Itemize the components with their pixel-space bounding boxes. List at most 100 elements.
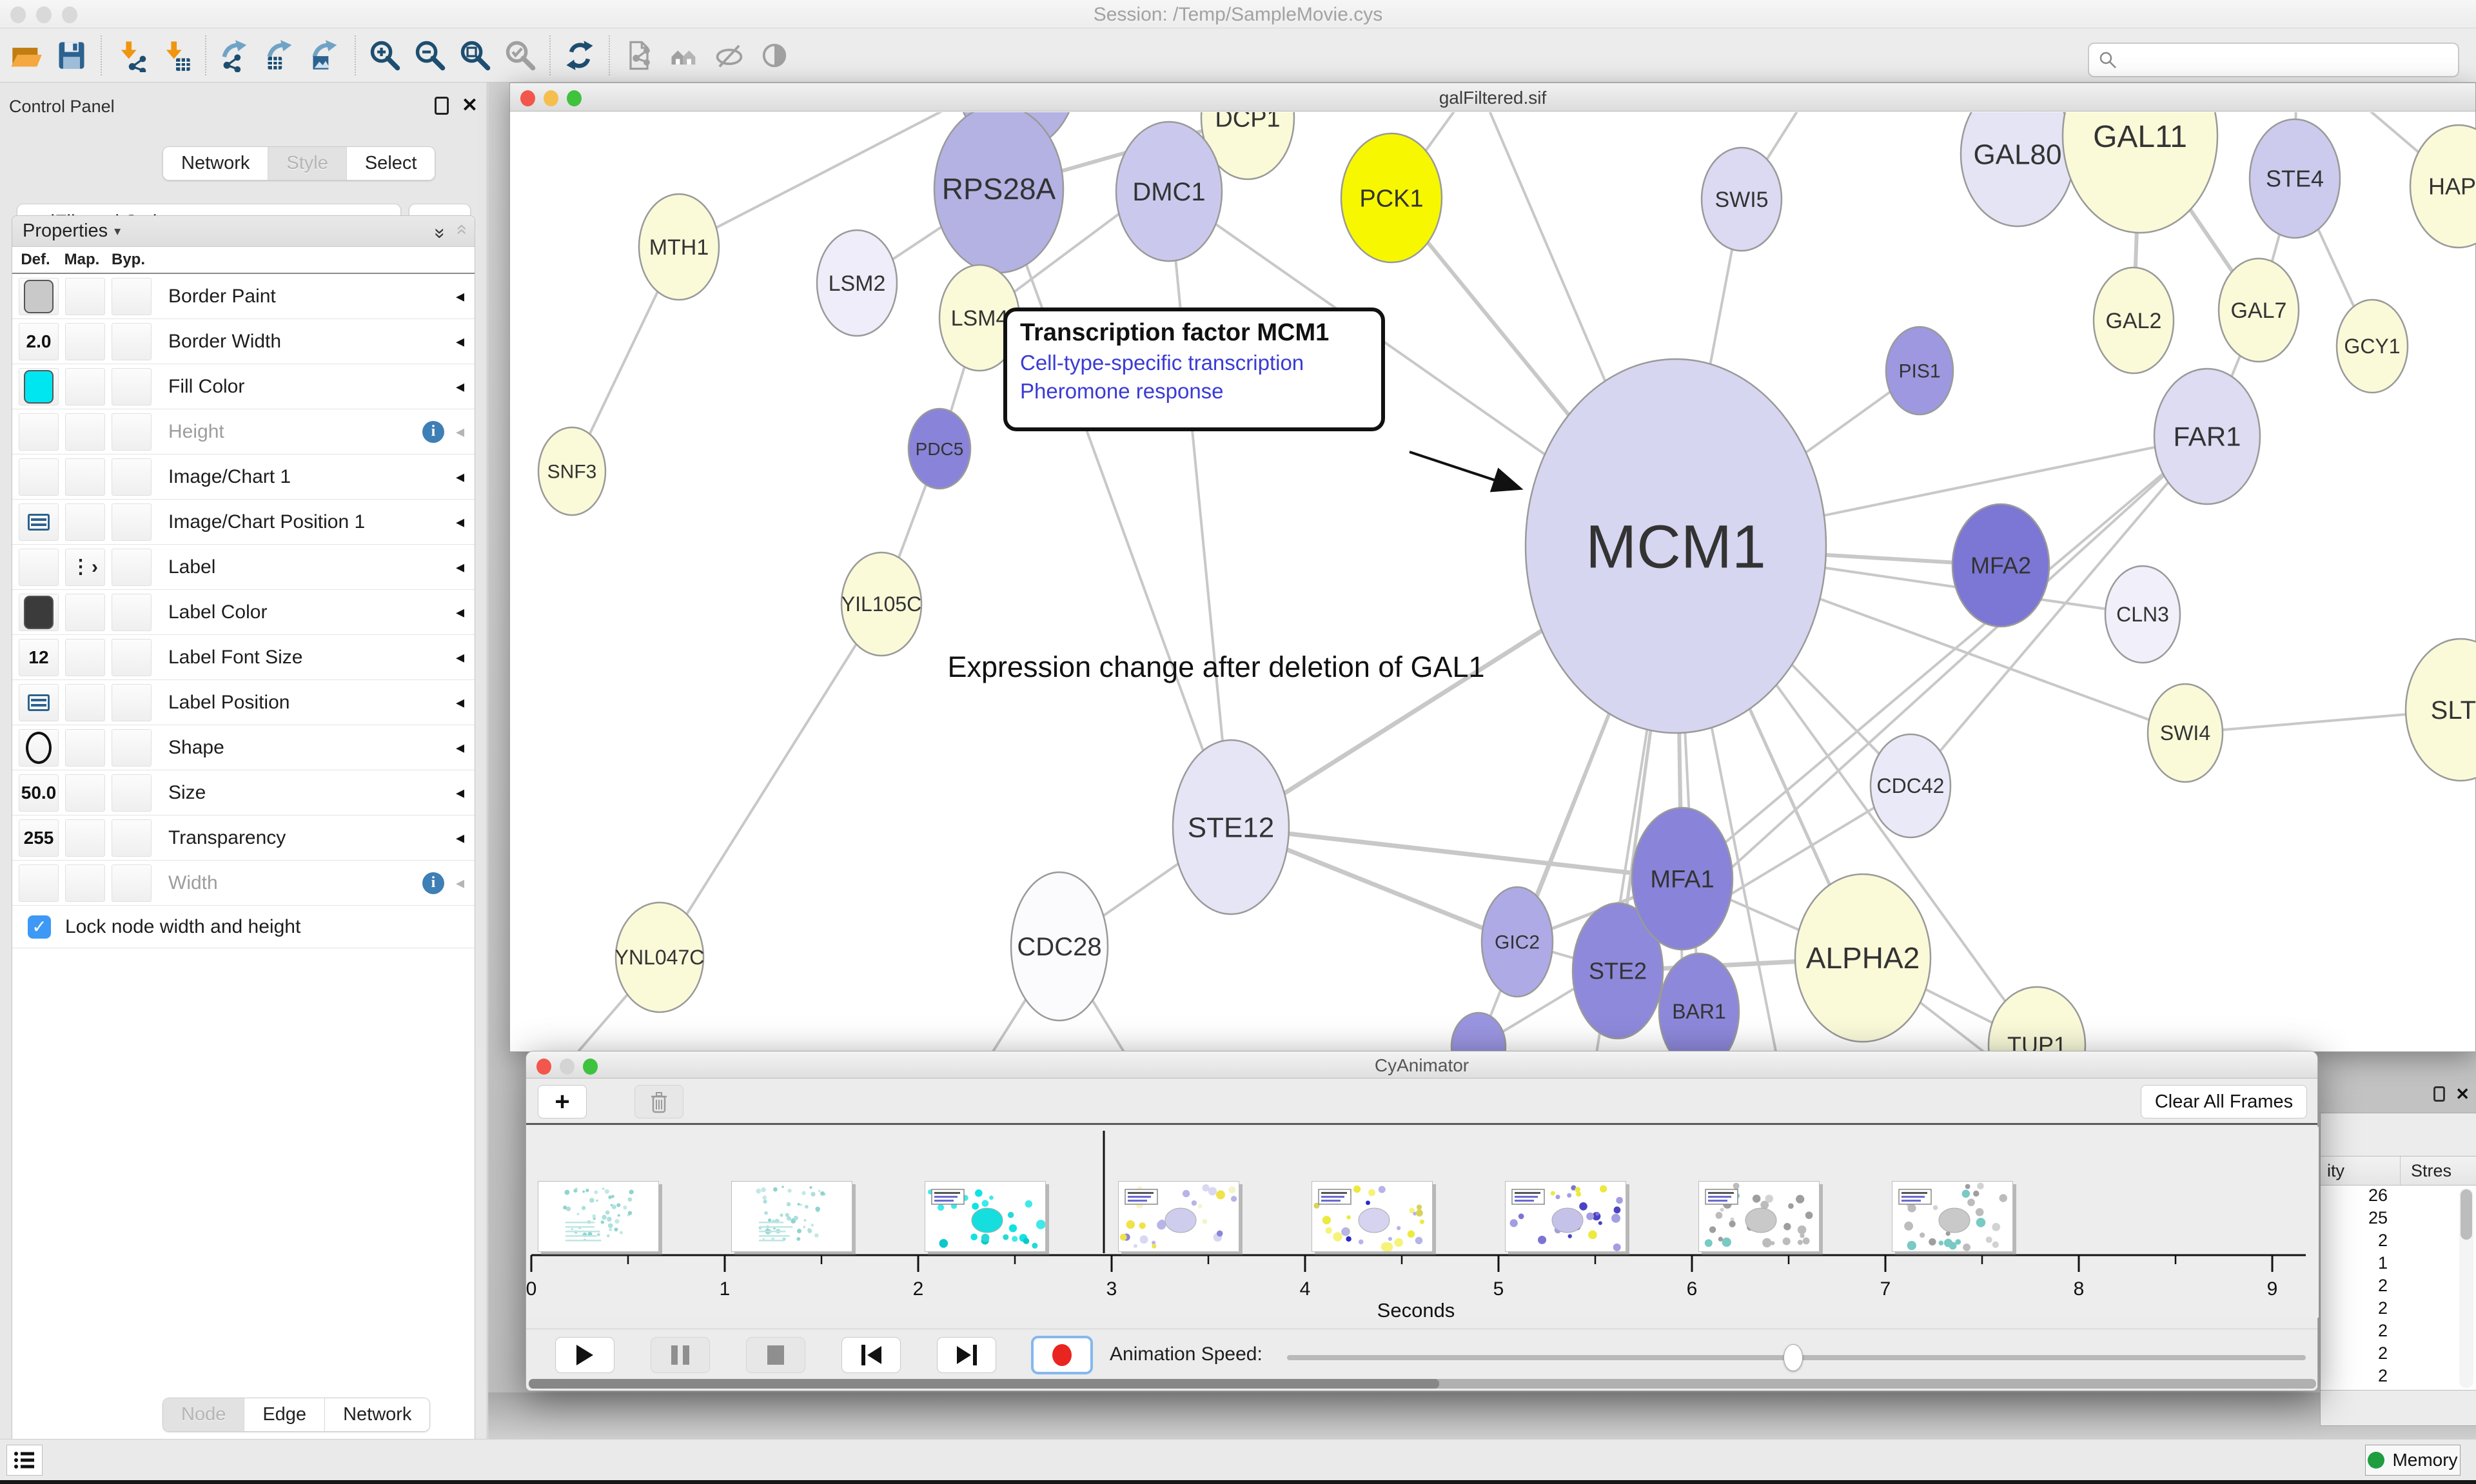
close-panel-icon[interactable]: ✕ <box>462 97 478 115</box>
frame-thumbnail-1[interactable] <box>538 1181 659 1252</box>
network-node-GCY1[interactable]: GCY1 <box>2337 300 2408 393</box>
property-row-height[interactable]: Heighti◂ <box>12 409 475 454</box>
skip-to-end-button[interactable] <box>937 1337 996 1373</box>
expand-row-arrow-icon[interactable]: ◂ <box>456 376 464 396</box>
info-icon[interactable]: i <box>422 421 444 443</box>
network-node-FAR1[interactable]: FAR1 <box>2154 369 2260 504</box>
panel-menu-button[interactable] <box>6 1445 43 1476</box>
mapping-cell[interactable] <box>65 729 105 766</box>
table-row[interactable]: 2 <box>2321 1366 2476 1389</box>
mapping-cell[interactable] <box>65 684 105 721</box>
scrollbar-thumb[interactable] <box>529 1379 1439 1389</box>
table-row[interactable]: 2 <box>2321 1321 2476 1343</box>
network-node-PCK1[interactable]: PCK1 <box>1341 133 1442 262</box>
bypass-cell[interactable] <box>112 368 152 405</box>
network-window-titlebar[interactable]: galFiltered.sif <box>510 83 2475 112</box>
skip-to-start-button[interactable] <box>841 1337 901 1373</box>
export-network-button[interactable] <box>216 35 255 76</box>
network-node-LSM2[interactable]: LSM2 <box>817 230 897 336</box>
bypass-cell[interactable] <box>112 323 152 360</box>
expand-row-arrow-icon[interactable]: ◂ <box>456 422 464 442</box>
default-value-cell[interactable] <box>19 594 59 631</box>
add-frame-button[interactable]: + <box>538 1085 587 1118</box>
network-node-PDC5[interactable]: PDC5 <box>909 409 970 489</box>
network-node-STE4[interactable]: STE4 <box>2250 119 2340 238</box>
mapping-cell[interactable] <box>65 323 105 360</box>
mapping-cell[interactable]: ⋮› <box>65 549 105 586</box>
zoom-out-button[interactable] <box>411 35 449 76</box>
bypass-cell[interactable] <box>112 594 152 631</box>
expand-row-arrow-icon[interactable]: ◂ <box>456 557 464 577</box>
network-node-unlabeled[interactable] <box>1451 1013 1506 1053</box>
property-row-border-width[interactable]: 2.0Border Width◂ <box>12 319 475 364</box>
network-node-CLN3[interactable]: CLN3 <box>2105 566 2180 663</box>
clear-all-frames-button[interactable]: Clear All Frames <box>2141 1085 2307 1118</box>
expand-all-icon[interactable]: » <box>429 228 451 235</box>
expand-row-arrow-icon[interactable]: ◂ <box>456 286 464 306</box>
expand-row-arrow-icon[interactable]: ◂ <box>456 828 464 848</box>
tab-network-style[interactable]: Network <box>324 1398 429 1431</box>
network-node-PIS1[interactable]: PIS1 <box>1886 327 1953 415</box>
record-button[interactable] <box>1032 1337 1092 1373</box>
frame-thumbnail-5[interactable] <box>1312 1181 1433 1252</box>
float-panel-icon[interactable] <box>435 97 449 115</box>
mapping-cell[interactable] <box>65 503 105 541</box>
slider-handle[interactable] <box>1783 1344 1803 1371</box>
table-row[interactable]: 2 <box>2321 1231 2476 1253</box>
collapse-all-icon[interactable]: » <box>450 228 472 235</box>
delete-frame-button[interactable] <box>634 1085 683 1118</box>
default-value-cell[interactable] <box>19 864 59 902</box>
default-value-cell[interactable]: 2.0 <box>19 323 59 360</box>
column-header[interactable]: Stres <box>2401 1161 2451 1181</box>
network-node-SNF3[interactable]: SNF3 <box>538 427 605 515</box>
import-network-button[interactable] <box>112 35 150 76</box>
bypass-cell[interactable] <box>112 684 152 721</box>
table-row[interactable]: 26 <box>2321 1186 2476 1208</box>
network-node-DMC1[interactable]: DMC1 <box>1116 122 1222 261</box>
network-node-CDC28[interactable]: CDC28 <box>1011 872 1108 1020</box>
memory-button[interactable]: Memory <box>2365 1445 2461 1476</box>
expand-row-arrow-icon[interactable]: ◂ <box>456 602 464 622</box>
frame-thumbnail-2[interactable] <box>731 1181 852 1252</box>
bypass-cell[interactable] <box>112 819 152 857</box>
default-value-cell[interactable] <box>19 549 59 586</box>
open-session-button[interactable] <box>7 35 46 76</box>
bypass-cell[interactable] <box>112 729 152 766</box>
property-row-shape[interactable]: Shape◂ <box>12 725 475 770</box>
mapping-cell[interactable] <box>65 278 105 315</box>
annotation-box[interactable]: Transcription factor MCM1 Cell-type-spec… <box>1003 308 1385 431</box>
network-edge[interactable] <box>999 189 1231 827</box>
network-node-GIC2[interactable]: GIC2 <box>1482 887 1553 997</box>
properties-header[interactable]: Properties ▾ » » <box>12 216 475 247</box>
tab-node-style[interactable]: Node <box>163 1398 244 1431</box>
expand-row-arrow-icon[interactable]: ◂ <box>456 467 464 487</box>
search-input[interactable] <box>2117 49 2449 71</box>
expand-row-arrow-icon[interactable]: ◂ <box>456 331 464 351</box>
close-panel-icon[interactable]: ✕ <box>2455 1085 2470 1103</box>
default-value-cell[interactable]: 12 <box>19 639 59 676</box>
annotation-link[interactable]: Pheromone response <box>1020 379 1368 404</box>
frame-thumbnail-3[interactable] <box>925 1181 1046 1252</box>
column-header[interactable]: ity <box>2321 1157 2401 1185</box>
network-node-ALPHA2[interactable]: ALPHA2 <box>1795 874 1931 1042</box>
table-row[interactable]: 1 <box>2321 1253 2476 1276</box>
mapping-cell[interactable] <box>65 458 105 496</box>
network-node-MCM1[interactable]: MCM1 <box>1526 359 1826 733</box>
property-row-label-color[interactable]: Label Color◂ <box>12 590 475 635</box>
property-row-fill-color[interactable]: Fill Color◂ <box>12 364 475 409</box>
default-value-cell[interactable]: 50.0 <box>19 774 59 812</box>
pause-button[interactable] <box>651 1337 710 1373</box>
bypass-cell[interactable] <box>112 639 152 676</box>
export-image-button[interactable] <box>306 35 345 76</box>
tab-select[interactable]: Select <box>346 147 435 180</box>
network-node-MFA1[interactable]: MFA1 <box>1632 808 1733 950</box>
timeline-scrollbar[interactable] <box>529 1379 2316 1389</box>
mapping-cell[interactable] <box>65 864 105 902</box>
property-row-label[interactable]: ⋮›Label◂ <box>12 545 475 590</box>
network-node-HAP2[interactable]: HAP2 <box>2410 125 2476 248</box>
frame-thumbnail-6[interactable] <box>1505 1181 1626 1252</box>
property-row-label-position[interactable]: Label Position◂ <box>12 680 475 725</box>
frame-thumbnail-8[interactable] <box>1892 1181 2013 1252</box>
apply-layout-button[interactable] <box>560 35 599 76</box>
network-node-SWI4[interactable]: SWI4 <box>2148 684 2223 782</box>
